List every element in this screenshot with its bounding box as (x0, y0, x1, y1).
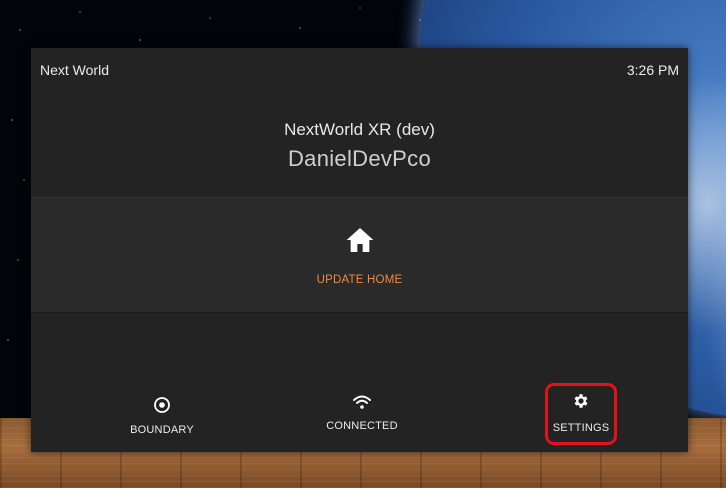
settings-button[interactable]: SETTINGS (545, 383, 617, 445)
gear-icon (574, 394, 588, 408)
connected-label: CONNECTED (326, 420, 398, 432)
app-name: NextWorld XR (dev) (284, 120, 435, 139)
connected-button[interactable]: CONNECTED (307, 394, 417, 432)
clock-time: 3:26 PM (626, 62, 679, 78)
home-section: UPDATE HOME (31, 197, 688, 313)
boundary-button[interactable]: BOUNDARY (107, 396, 217, 436)
home-icon[interactable] (342, 224, 378, 256)
wifi-icon (353, 395, 371, 409)
update-home-button[interactable]: UPDATE HOME (31, 274, 688, 286)
target-circle-icon (154, 397, 170, 413)
boundary-label: BOUNDARY (130, 424, 194, 436)
panel-title: Next World (40, 62, 109, 78)
settings-label: SETTINGS (552, 422, 610, 434)
menu-panel: Next World 3:26 PM NextWorld XR (dev) Da… (31, 48, 688, 452)
device-name: DanielDevPco (287, 146, 431, 171)
